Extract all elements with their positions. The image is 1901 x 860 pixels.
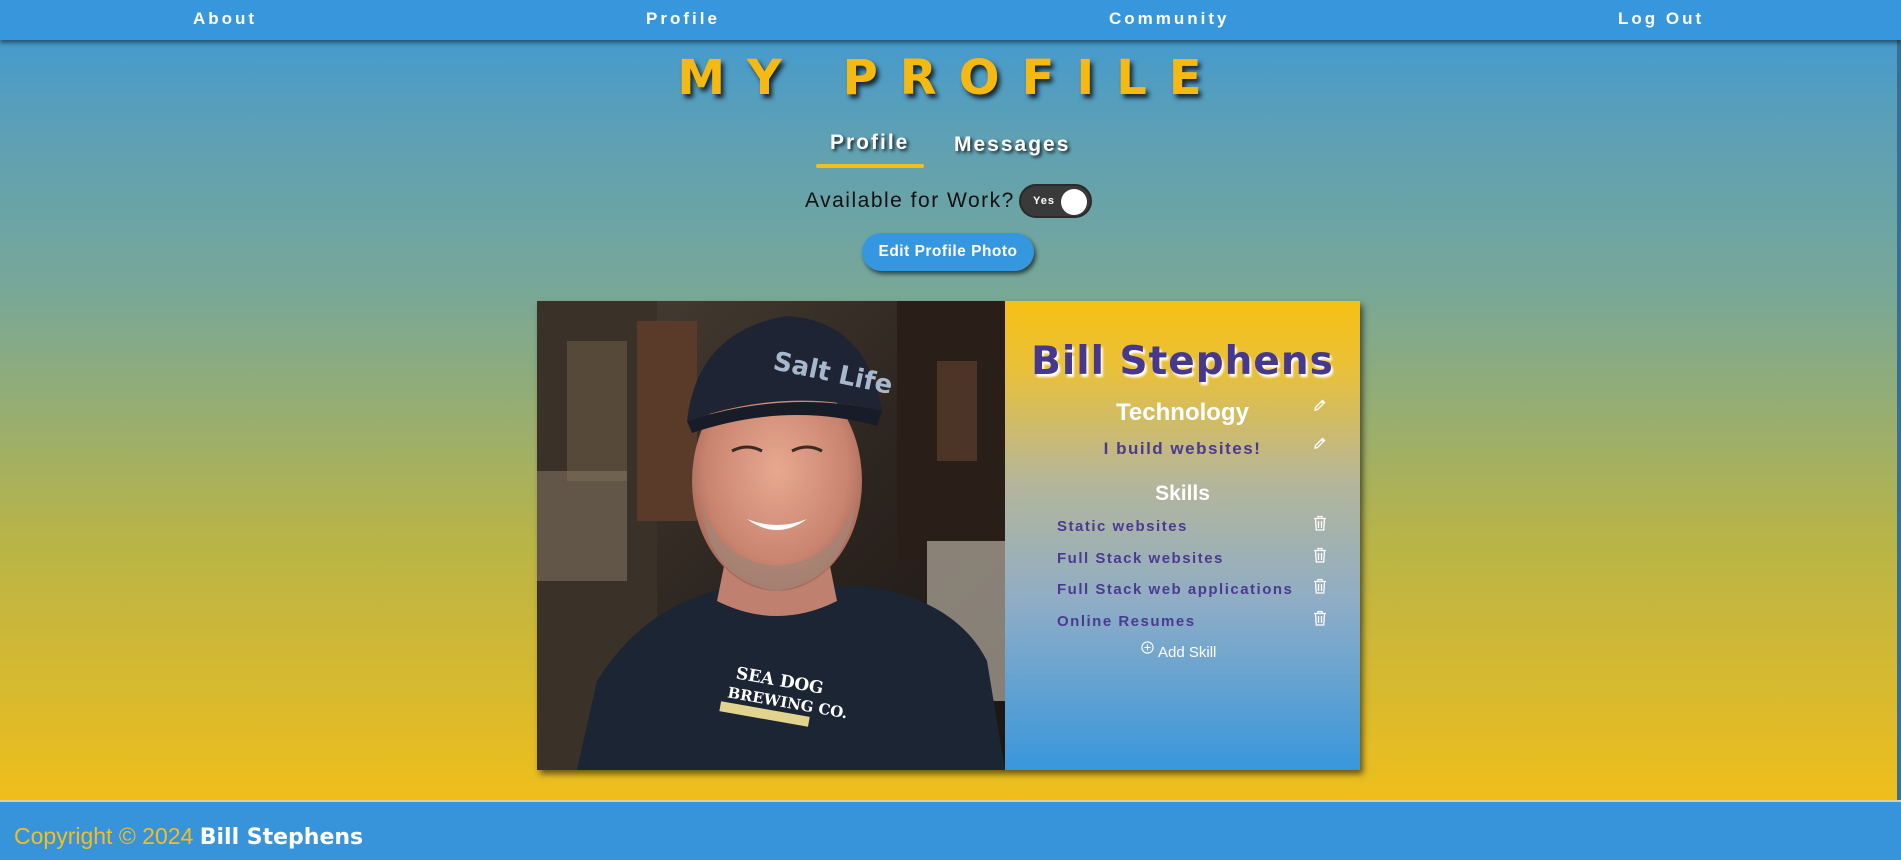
skill-label: Online Resumes bbox=[1057, 613, 1196, 630]
add-skill-label: Add Skill bbox=[1158, 644, 1217, 661]
skill-item: Static websites bbox=[1057, 515, 1337, 539]
copyright-notice: Copyright © 2024 Bill Stephens bbox=[14, 823, 363, 850]
nav-about-link[interactable]: About bbox=[193, 9, 257, 29]
active-tab-indicator bbox=[816, 164, 924, 168]
footer-author-name: Bill Stephens bbox=[199, 825, 364, 850]
profile-photo-image: Salt Life SEA DOG BREWING CO. bbox=[537, 301, 1005, 770]
skill-label: Full Stack web applications bbox=[1057, 581, 1294, 598]
copyright-text: Copyright © 2024 bbox=[14, 823, 194, 849]
edit-tagline-pencil-icon[interactable] bbox=[1313, 436, 1327, 450]
page-edge bbox=[1897, 40, 1901, 800]
plus-circle-icon bbox=[1141, 641, 1154, 658]
tab-profile[interactable]: Profile bbox=[830, 131, 909, 155]
delete-skill-trash-icon[interactable] bbox=[1313, 610, 1327, 626]
tab-messages[interactable]: Messages bbox=[954, 133, 1070, 157]
nav-profile-link[interactable]: Profile bbox=[646, 9, 720, 29]
profile-tagline: I build websites! bbox=[1103, 439, 1262, 458]
toggle-state-text: Yes bbox=[1033, 195, 1055, 207]
skill-item: Full Stack websites bbox=[1057, 547, 1337, 571]
delete-skill-trash-icon[interactable] bbox=[1313, 578, 1327, 594]
skill-label: Static websites bbox=[1057, 518, 1188, 535]
available-toggle[interactable]: Yes bbox=[1019, 184, 1092, 218]
profile-industry: Technology bbox=[1116, 399, 1249, 426]
page-title: MY PROFILE bbox=[677, 50, 1224, 106]
edit-profile-photo-button[interactable]: Edit Profile Photo bbox=[862, 233, 1034, 271]
skill-item: Full Stack web applications bbox=[1057, 578, 1337, 602]
profile-photo: Salt Life SEA DOG BREWING CO. bbox=[537, 301, 1005, 770]
nav-community-link[interactable]: Community bbox=[1109, 9, 1230, 29]
skill-item: Online Resumes bbox=[1057, 610, 1337, 634]
profile-info-panel: Bill Stephens Technology I build website… bbox=[1005, 301, 1360, 770]
profile-name: Bill Stephens bbox=[1031, 339, 1334, 384]
toggle-knob bbox=[1061, 189, 1087, 215]
top-nav: About Profile Community Log Out bbox=[0, 0, 1901, 40]
delete-skill-trash-icon[interactable] bbox=[1313, 547, 1327, 563]
skills-heading: Skills bbox=[1155, 482, 1210, 505]
footer: Copyright © 2024 Bill Stephens bbox=[0, 800, 1901, 860]
available-for-work-label: Available for Work? bbox=[805, 189, 1015, 212]
profile-card: Salt Life SEA DOG BREWING CO. Bill Steph… bbox=[537, 301, 1360, 770]
add-skill-button[interactable]: Add Skill bbox=[1141, 641, 1217, 661]
delete-skill-trash-icon[interactable] bbox=[1313, 515, 1327, 531]
skill-label: Full Stack websites bbox=[1057, 550, 1224, 567]
edit-industry-pencil-icon[interactable] bbox=[1313, 398, 1327, 412]
nav-logout-link[interactable]: Log Out bbox=[1618, 9, 1704, 29]
